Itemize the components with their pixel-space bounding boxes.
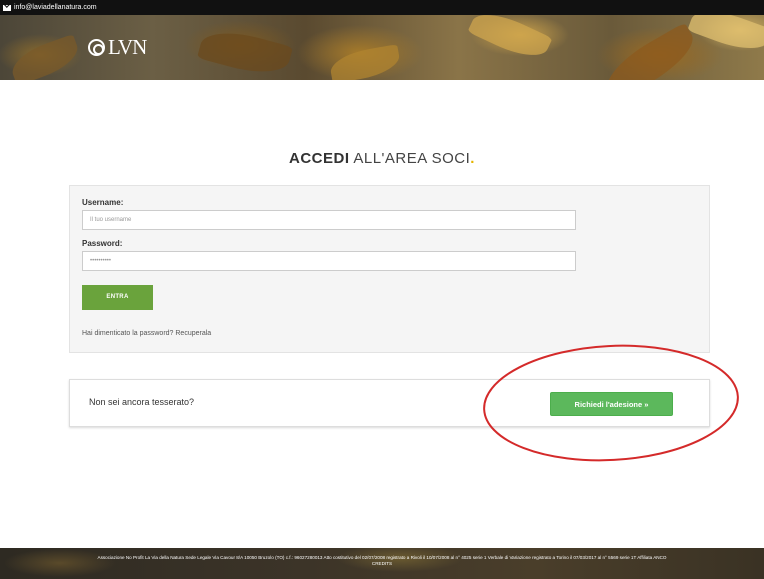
contact-email-link[interactable]: info@laviadellanatura.com xyxy=(14,4,97,11)
logo-wordmark: LVN xyxy=(108,35,147,59)
leaf-decoration xyxy=(6,33,84,80)
top-contact-bar: info@laviadellanatura.com xyxy=(0,0,764,15)
envelope-icon xyxy=(3,4,11,11)
leaf-decoration xyxy=(597,22,703,80)
password-input[interactable]: •••••••••• xyxy=(82,251,576,271)
page-title-light: ALL'AREA SOCI xyxy=(349,150,471,167)
forgot-password-link[interactable]: Hai dimenticato la password? Recuperala xyxy=(82,330,211,337)
page-title-dot: . xyxy=(470,150,475,167)
leaf-decoration xyxy=(687,15,764,58)
header-banner: LVN xyxy=(0,15,764,80)
leaf-decoration xyxy=(467,15,553,66)
username-input[interactable]: Il tuo username xyxy=(82,210,576,230)
page-title-bold: ACCEDI xyxy=(289,150,350,167)
membership-request-panel: Non sei ancora tesserato? Richiedi l'ade… xyxy=(69,379,710,427)
page-title: ACCEDI ALL'AREA SOCI. xyxy=(0,150,764,167)
site-logo[interactable]: LVN xyxy=(88,35,147,59)
membership-question: Non sei ancora tesserato? xyxy=(89,397,195,407)
username-label: Username: xyxy=(82,198,124,207)
spiral-logo-icon xyxy=(88,39,105,56)
request-membership-button[interactable]: Richiedi l'adesione » xyxy=(550,392,673,416)
footer-credits-link[interactable]: CREDITS xyxy=(0,561,764,567)
login-form: Username: Il tuo username Password: ••••… xyxy=(69,185,710,353)
site-footer: Associazione No Profit La Via della Natu… xyxy=(0,548,764,579)
leaf-decoration xyxy=(328,44,402,80)
login-submit-button[interactable]: ENTRA xyxy=(82,285,153,310)
password-label: Password: xyxy=(82,239,123,248)
leaf-decoration xyxy=(197,23,293,80)
